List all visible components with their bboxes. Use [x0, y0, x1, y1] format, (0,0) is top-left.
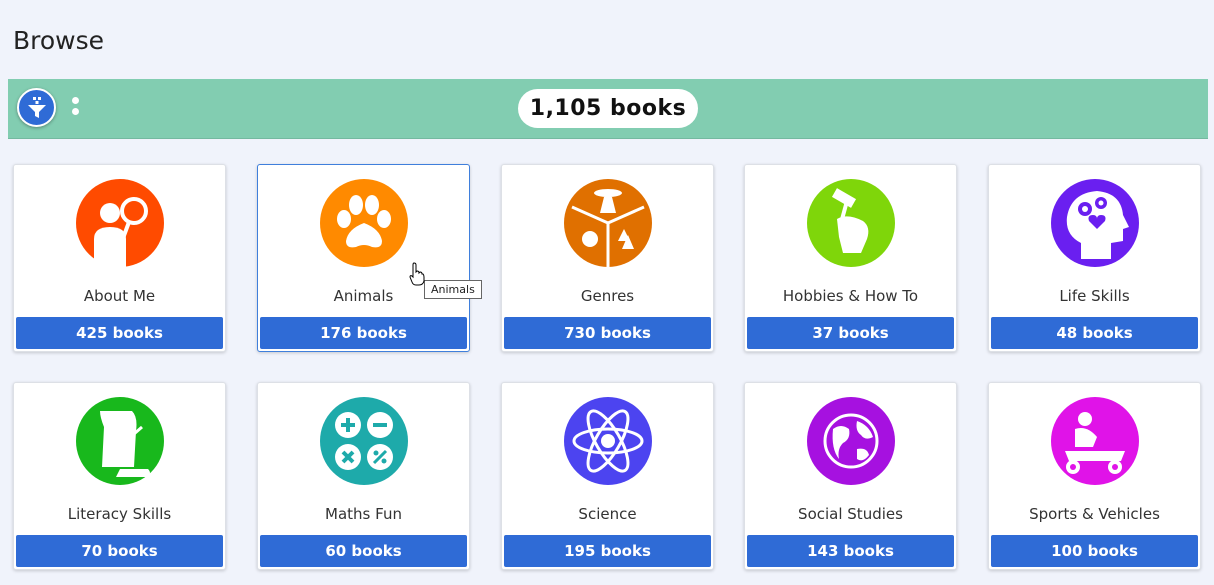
more-options-icon[interactable] [70, 97, 80, 121]
category-card-animals[interactable]: Animals 176 books [257, 164, 470, 352]
scroll-quill-icon [76, 397, 164, 485]
category-card-life-skills[interactable]: Life Skills 48 books [988, 164, 1201, 352]
category-label: Maths Fun [325, 505, 402, 523]
category-books-button[interactable]: 730 books [504, 317, 711, 349]
category-books-button[interactable]: 37 books [747, 317, 954, 349]
head-gears-heart-icon [1051, 179, 1139, 267]
category-label: Life Skills [1059, 287, 1130, 305]
category-label: Science [578, 505, 637, 523]
about-me-icon [76, 179, 164, 267]
category-label: Social Studies [798, 505, 903, 523]
hammer-fist-icon [807, 179, 895, 267]
category-card-genres[interactable]: Genres 730 books [501, 164, 714, 352]
category-card-social-studies[interactable]: Social Studies 143 books [744, 382, 957, 570]
category-card-sports[interactable]: Sports & Vehicles 100 books [988, 382, 1201, 570]
category-card-about-me[interactable]: About Me 425 books [13, 164, 226, 352]
category-books-button[interactable]: 195 books [504, 535, 711, 567]
math-operators-icon [320, 397, 408, 485]
category-books-button[interactable]: 70 books [16, 535, 223, 567]
atom-icon [564, 397, 652, 485]
globe-icon [807, 397, 895, 485]
paw-icon [320, 179, 408, 267]
filter-icon [28, 97, 46, 118]
category-label: Hobbies & How To [782, 287, 919, 305]
category-books-button[interactable]: 100 books [991, 535, 1198, 567]
genres-icon [564, 179, 652, 267]
total-books-count: 1,105 books [518, 89, 698, 128]
category-label: About Me [83, 287, 156, 305]
category-label: Literacy Skills [67, 505, 172, 523]
category-label: Genres [580, 287, 635, 305]
category-card-science[interactable]: Science 195 books [501, 382, 714, 570]
category-card-hobbies[interactable]: Hobbies & How To 37 books [744, 164, 957, 352]
category-label: Sports & Vehicles [1029, 505, 1160, 523]
page-title: Browse [13, 26, 105, 55]
filter-button[interactable] [17, 88, 56, 127]
hand-cursor-icon [409, 262, 425, 286]
results-toolbar: 1,105 books [8, 79, 1208, 139]
category-books-button[interactable]: 425 books [16, 317, 223, 349]
category-card-literacy[interactable]: Literacy Skills 70 books [13, 382, 226, 570]
go-kart-icon [1051, 397, 1139, 485]
category-books-button[interactable]: 176 books [260, 317, 467, 349]
category-card-maths[interactable]: Maths Fun 60 books [257, 382, 470, 570]
category-books-button[interactable]: 60 books [260, 535, 467, 567]
category-books-button[interactable]: 48 books [991, 317, 1198, 349]
tooltip: Animals [424, 280, 482, 299]
category-books-button[interactable]: 143 books [747, 535, 954, 567]
